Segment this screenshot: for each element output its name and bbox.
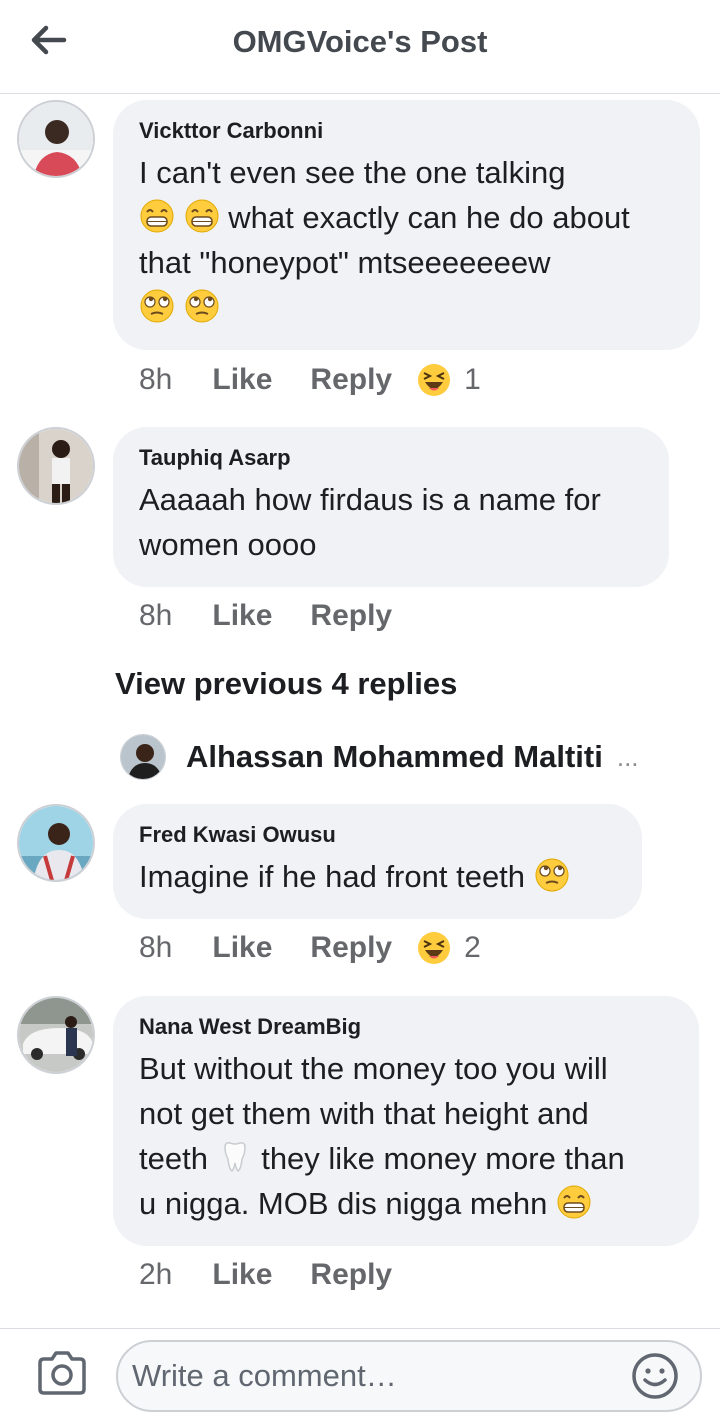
camera-icon [38, 1351, 86, 1395]
comment-author[interactable]: Nana West DreamBig [139, 1014, 673, 1040]
comment-text: Aaaaah how firdaus is a name for women o… [139, 477, 643, 567]
comment-line: But without the money too you will [139, 1051, 608, 1086]
comment-time[interactable]: 8h [139, 931, 172, 965]
view-previous-replies-link[interactable]: View previous 4 replies [115, 666, 457, 702]
comment-actions: 2h Like Reply [139, 1258, 416, 1292]
comment-bubble[interactable]: Fred Kwasi Owusu Imagine if he had front… [113, 804, 642, 919]
comment-author[interactable]: Fred Kwasi Owusu [139, 822, 616, 848]
comment-time[interactable]: 8h [139, 599, 172, 633]
comment-line: Imagine if he had front teeth [139, 859, 526, 894]
comment-bubble[interactable]: Tauphiq Asarp Aaaaah how firdaus is a na… [113, 427, 669, 587]
comment-line: that "honeypot" mtseeeeeeew [139, 245, 551, 280]
reaction-count[interactable]: 2 [464, 931, 481, 965]
comment-author[interactable]: Vickttor Carbonni [139, 118, 674, 144]
reply-button[interactable]: Reply [310, 599, 392, 633]
comment-line: teeth [139, 1141, 208, 1176]
eye-roll-emoji-icon [534, 857, 570, 893]
comment-text: But without the money too you will not g… [139, 1046, 673, 1226]
reaction-count[interactable]: 1 [464, 363, 481, 397]
avatar[interactable] [120, 734, 166, 780]
comment-line: what exactly can he do about [228, 200, 630, 235]
smiley-icon [632, 1353, 678, 1399]
comment-time[interactable]: 2h [139, 1258, 172, 1292]
comment-author[interactable]: Tauphiq Asarp [139, 445, 643, 471]
comment-text: I can't even see the one talking what ex… [139, 150, 674, 330]
tooth-emoji-icon [217, 1139, 253, 1175]
comment-time[interactable]: 8h [139, 363, 172, 397]
comment-bubble[interactable]: Vickttor Carbonni I can't even see the o… [113, 100, 700, 350]
comment-actions: 8h Like Reply [139, 599, 416, 633]
comment-line: they like money more than [261, 1141, 625, 1176]
comment-input[interactable] [116, 1340, 702, 1412]
laughing-reaction-icon[interactable] [416, 930, 452, 966]
post-header: OMGVoice's Post [0, 0, 720, 94]
grinning-emoji-icon [556, 1184, 592, 1220]
comment-line: Aaaaah how firdaus is a name for [139, 482, 601, 517]
reply-button[interactable]: Reply [310, 931, 392, 965]
avatar[interactable] [17, 100, 95, 178]
grinning-emoji-icon [139, 198, 175, 234]
comment-composer [0, 1328, 720, 1421]
comment-actions: 8h Like Reply 1 [139, 362, 481, 398]
comment-actions: 8h Like Reply 2 [139, 930, 481, 966]
page-title: OMGVoice's Post [232, 24, 488, 59]
like-button[interactable]: Like [212, 931, 272, 965]
comment-line: I can't even see the one talking [139, 155, 566, 190]
emoji-picker-button[interactable] [630, 1351, 680, 1401]
avatar[interactable] [17, 427, 95, 505]
comment-line: women oooo [139, 527, 317, 562]
comment-text: Imagine if he had front teeth [139, 854, 616, 899]
like-button[interactable]: Like [212, 599, 272, 633]
reply-button[interactable]: Reply [310, 363, 392, 397]
more-indicator: ... [616, 741, 639, 772]
comment-bubble[interactable]: Nana West DreamBig But without the money… [113, 996, 699, 1246]
avatar[interactable] [17, 996, 95, 1074]
reply-preview[interactable]: Alhassan Mohammed Maltiti ... [120, 733, 700, 781]
eye-roll-emoji-icon [184, 288, 220, 324]
avatar[interactable] [17, 804, 95, 882]
comment-line: not get them with that height and [139, 1096, 589, 1131]
like-button[interactable]: Like [212, 363, 272, 397]
eye-roll-emoji-icon [139, 288, 175, 324]
camera-button[interactable] [36, 1349, 88, 1397]
comment-line: u nigga. MOB dis nigga mehn [139, 1186, 548, 1221]
reply-button[interactable]: Reply [310, 1258, 392, 1292]
laughing-reaction-icon[interactable] [416, 362, 452, 398]
like-button[interactable]: Like [212, 1258, 272, 1292]
reply-author[interactable]: Alhassan Mohammed Maltiti [186, 739, 603, 775]
grinning-emoji-icon [184, 198, 220, 234]
